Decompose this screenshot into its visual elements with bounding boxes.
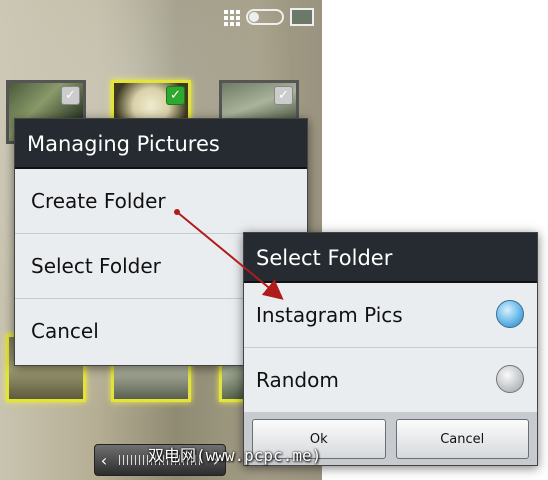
watermark-text: 双电网(www.pcpc.me) xyxy=(148,446,322,465)
annotation-arrow xyxy=(174,209,284,300)
